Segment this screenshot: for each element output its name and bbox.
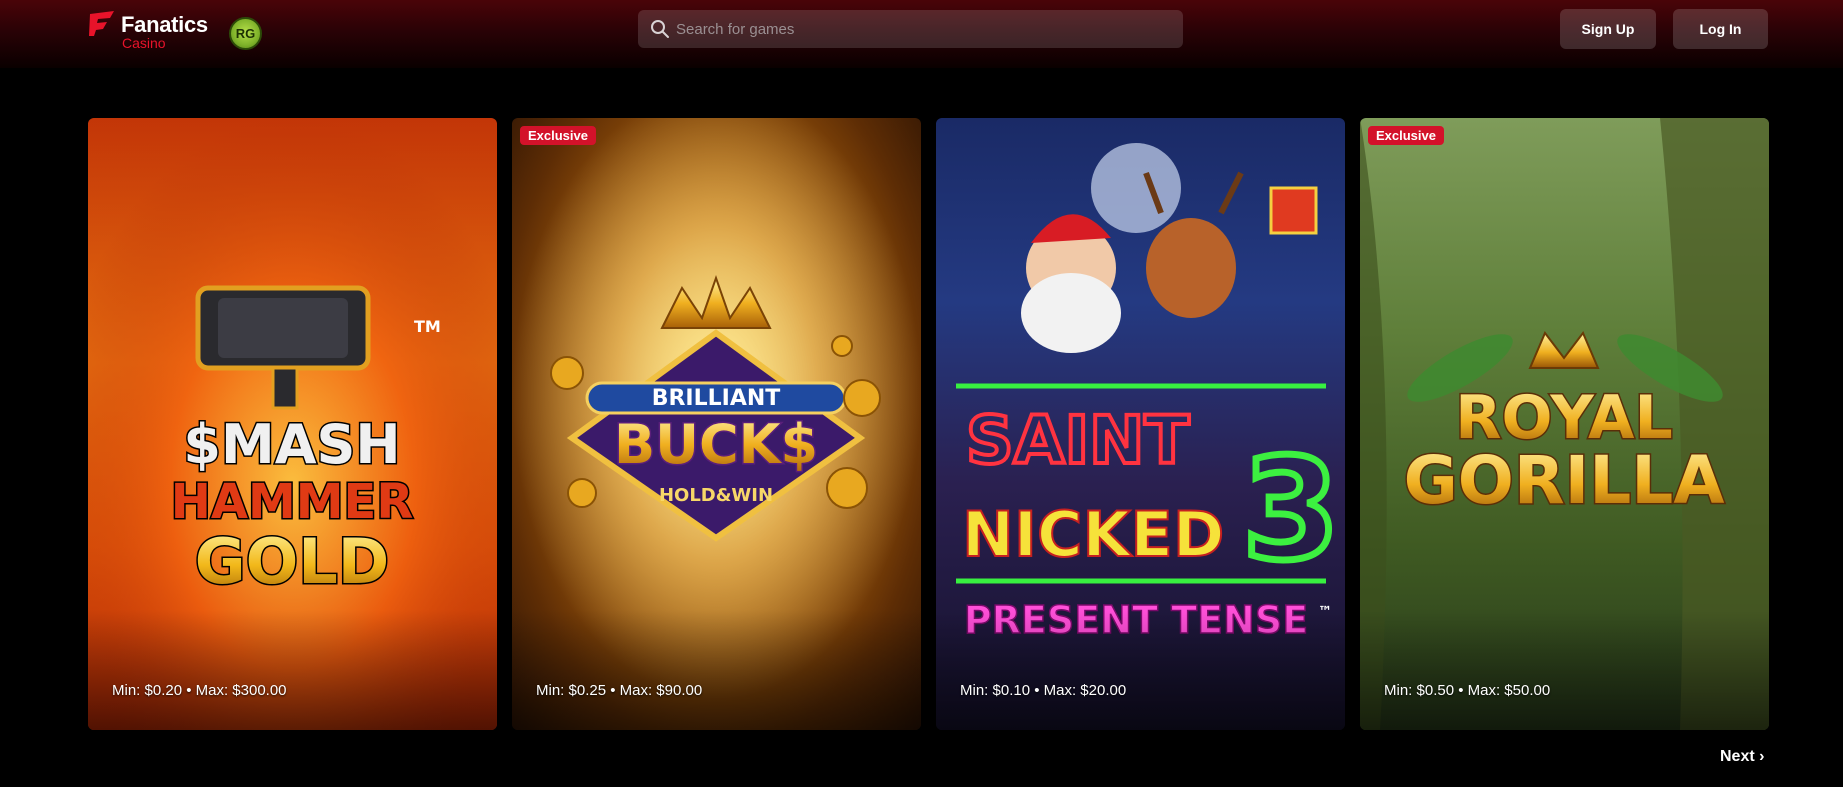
card-1-title-line-1: $MASH [183, 413, 400, 476]
card-2-title-line-2: BUCK$ [614, 413, 818, 476]
card-3-title-line-2: NICKED [962, 498, 1224, 571]
card-1-title-line-2: HAMMER [171, 474, 414, 530]
bet-limits: Min: $0.20 • Max: $300.00 [112, 682, 287, 699]
crown-icon [1528, 331, 1600, 369]
log-in-button[interactable]: Log In [1673, 9, 1768, 49]
game-card-saint-nicked-3[interactable]: SAINT NICKED 3 PRESENT TENSE ™ Min: $0.1… [936, 118, 1345, 730]
sign-up-button[interactable]: Sign Up [1560, 9, 1656, 49]
card-1-title-line-3: GOLD [195, 525, 390, 598]
gift-icon [1269, 186, 1318, 235]
search-bar[interactable] [638, 10, 1183, 48]
bet-limits: Min: $0.10 • Max: $20.00 [960, 682, 1127, 699]
exclusive-badge: Exclusive [1368, 126, 1444, 145]
card-1-trademark: TM [414, 317, 441, 336]
card-4-title-line-2: GORILLA [1404, 442, 1725, 519]
game-card-royal-gorilla[interactable]: ROYAL GORILLA Exclusive Min: $0.50 • Max… [1360, 118, 1769, 730]
card-2-title-line-3: HOLD&WIN [659, 485, 773, 506]
search-icon [651, 20, 669, 38]
top-header: Fanatics Casino RG Sign Up Log In [0, 0, 1843, 68]
moon-icon [1091, 143, 1181, 233]
exclusive-badge: Exclusive [520, 126, 596, 145]
fanatics-flag-icon [89, 11, 114, 36]
logo-sub: Casino [122, 35, 166, 51]
responsible-gaming-badge[interactable]: RG [229, 17, 262, 50]
game-card-brilliant-bucks[interactable]: BRILLIANT BUCK$ HOLD&WIN Exclusive Min: … [512, 118, 921, 730]
bet-limits: Min: $0.50 • Max: $50.00 [1384, 682, 1551, 699]
card-2-title-line-1: BRILLIANT [652, 386, 781, 411]
game-card-smash-hammer-gold[interactable]: $MASH HAMMER GOLD TM Min: $0.20 • Max: $… [88, 118, 497, 730]
card-3-title-line-1: SAINT [966, 402, 1189, 479]
fanatics-casino-logo[interactable]: Fanatics Casino [88, 8, 216, 52]
search-input[interactable] [676, 10, 1171, 48]
next-page-button[interactable]: Next › [1720, 748, 1764, 766]
santa-icon [1021, 214, 1121, 353]
bet-limits: Min: $0.25 • Max: $90.00 [536, 682, 703, 699]
card-3-title-line-3: 3 [1242, 429, 1339, 592]
